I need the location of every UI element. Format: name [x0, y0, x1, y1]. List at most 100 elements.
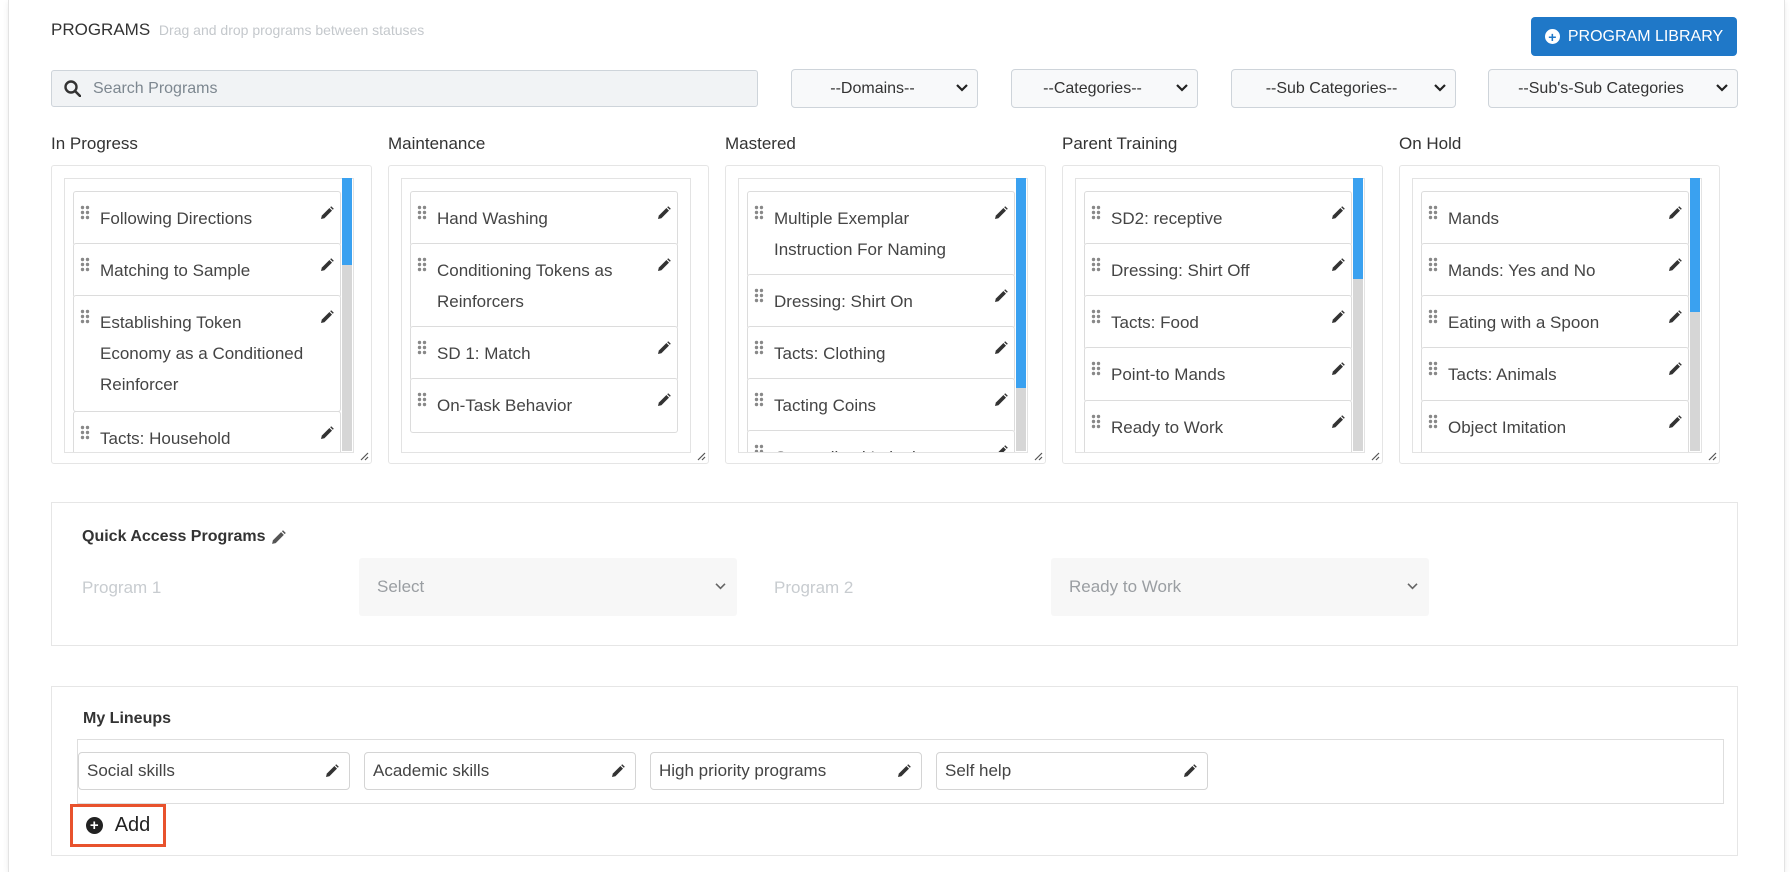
pencil-icon[interactable] — [611, 764, 625, 778]
lineup-item[interactable]: High priority programs — [650, 752, 922, 790]
scrollbar[interactable] — [342, 178, 352, 451]
pencil-icon[interactable] — [320, 206, 334, 220]
status-column[interactable]: Mands Mands: Yes and No Eating with a Spoo… — [1399, 165, 1720, 464]
pencil-icon[interactable] — [320, 426, 334, 440]
drag-handle-icon[interactable] — [1428, 257, 1438, 272]
status-column[interactable]: Multiple Exemplar Instruction For Naming… — [725, 165, 1046, 464]
pencil-icon[interactable] — [1668, 362, 1682, 376]
pencil-icon[interactable] — [657, 393, 671, 407]
program-card[interactable]: Object Imitation — [1421, 400, 1689, 452]
pencil-icon[interactable] — [320, 310, 334, 324]
program-card[interactable]: Tacts: Clothing — [747, 326, 1015, 381]
pencil-icon[interactable] — [1183, 764, 1197, 778]
pencil-icon[interactable] — [1668, 206, 1682, 220]
program-card[interactable]: Generalized Imitation — [747, 430, 1015, 453]
resize-handle-icon[interactable] — [1033, 451, 1043, 461]
program-card[interactable]: On-Task Behavior — [410, 378, 678, 433]
drag-handle-icon[interactable] — [1091, 205, 1101, 220]
pencil-icon[interactable] — [994, 206, 1008, 220]
pencil-icon[interactable] — [1668, 310, 1682, 324]
resize-handle-icon[interactable] — [696, 451, 706, 461]
status-column[interactable]: SD2: receptive Dressing: Shirt Off Tacts: … — [1062, 165, 1383, 464]
pencil-icon[interactable] — [657, 258, 671, 272]
column-list[interactable]: Mands Mands: Yes and No Eating with a Spoo… — [1412, 178, 1702, 453]
program-card[interactable]: Point-to Mands — [1084, 347, 1352, 402]
subs-sub-categories-select[interactable]: --Sub's-Sub Categories — [1488, 69, 1738, 108]
program-library-button[interactable]: + PROGRAM LIBRARY — [1531, 17, 1737, 56]
program-card[interactable]: Mands — [1421, 191, 1689, 246]
program-card[interactable]: Hand Washing — [410, 191, 678, 246]
drag-handle-icon[interactable] — [80, 205, 90, 220]
pencil-icon[interactable] — [994, 341, 1008, 355]
pencil-icon[interactable] — [325, 764, 339, 778]
drag-handle-icon[interactable] — [417, 392, 427, 407]
lineup-item[interactable]: Social skills — [78, 752, 350, 790]
program-card[interactable]: SD2: receptive — [1084, 191, 1352, 246]
pencil-icon[interactable] — [320, 258, 334, 272]
pencil-icon[interactable] — [1331, 362, 1345, 376]
drag-handle-icon[interactable] — [1091, 309, 1101, 324]
lineup-item[interactable]: Self help — [936, 752, 1208, 790]
drag-handle-icon[interactable] — [754, 340, 764, 355]
pencil-icon[interactable] — [897, 764, 911, 778]
program-card[interactable]: Conditioning Tokens as Reinforcers — [410, 243, 678, 329]
pencil-icon[interactable] — [271, 529, 286, 545]
drag-handle-icon[interactable] — [754, 288, 764, 303]
program-card[interactable]: Ready to Work — [1084, 400, 1352, 452]
scrollbar[interactable] — [1016, 178, 1026, 451]
scrollbar-thumb[interactable] — [342, 178, 352, 265]
pencil-icon[interactable] — [1331, 206, 1345, 220]
add-lineup-button[interactable]: + Add — [70, 804, 166, 847]
program-card[interactable]: Tacts: Food — [1084, 295, 1352, 350]
program-card[interactable]: Following Directions — [73, 191, 341, 246]
drag-handle-icon[interactable] — [1091, 361, 1101, 376]
drag-handle-icon[interactable] — [1091, 414, 1101, 429]
drag-handle-icon[interactable] — [1428, 309, 1438, 324]
program-card[interactable]: Eating with a Spoon — [1421, 295, 1689, 350]
program1-select[interactable]: Select — [359, 558, 737, 616]
program-card[interactable]: Tacts: Animals — [1421, 347, 1689, 402]
pencil-icon[interactable] — [1331, 415, 1345, 429]
status-column[interactable]: Hand Washing Conditioning Tokens as Reinf… — [388, 165, 709, 464]
program2-select[interactable]: Ready to Work — [1051, 558, 1429, 616]
program-card[interactable]: Dressing: Shirt On — [747, 274, 1015, 329]
drag-handle-icon[interactable] — [417, 340, 427, 355]
drag-handle-icon[interactable] — [80, 257, 90, 272]
scrollbar-thumb[interactable] — [1690, 178, 1700, 312]
drag-handle-icon[interactable] — [1428, 414, 1438, 429]
column-list[interactable]: Multiple Exemplar Instruction For Naming… — [738, 178, 1028, 453]
search-input[interactable] — [91, 78, 735, 99]
pencil-icon[interactable] — [994, 445, 1008, 453]
pencil-icon[interactable] — [1668, 258, 1682, 272]
program-card[interactable]: SD 1: Match — [410, 326, 678, 381]
drag-handle-icon[interactable] — [80, 309, 90, 324]
resize-handle-icon[interactable] — [1707, 451, 1717, 461]
pencil-icon[interactable] — [994, 393, 1008, 407]
program-card[interactable]: Mands: Yes and No — [1421, 243, 1689, 298]
pencil-icon[interactable] — [657, 206, 671, 220]
drag-handle-icon[interactable] — [754, 444, 764, 453]
status-column[interactable]: Following Directions Matching to Sample Es… — [51, 165, 372, 464]
program-card[interactable]: Establishing Token Economy as a Conditio… — [73, 295, 341, 412]
pencil-icon[interactable] — [1331, 310, 1345, 324]
sub-categories-select[interactable]: --Sub Categories-- — [1231, 69, 1456, 108]
program-card[interactable]: Tacting Coins — [747, 378, 1015, 433]
lineup-item[interactable]: Academic skills — [364, 752, 636, 790]
program-card[interactable]: Tacts: Household — [73, 411, 341, 452]
pencil-icon[interactable] — [657, 341, 671, 355]
drag-handle-icon[interactable] — [1091, 257, 1101, 272]
pencil-icon[interactable] — [1331, 258, 1345, 272]
drag-handle-icon[interactable] — [417, 205, 427, 220]
program-card[interactable]: Matching to Sample — [73, 243, 341, 298]
drag-handle-icon[interactable] — [417, 257, 427, 272]
scrollbar-thumb[interactable] — [1353, 178, 1363, 279]
drag-handle-icon[interactable] — [1428, 361, 1438, 376]
drag-handle-icon[interactable] — [754, 392, 764, 407]
program-card[interactable]: Dressing: Shirt Off — [1084, 243, 1352, 298]
scrollbar-thumb[interactable] — [1016, 178, 1026, 388]
column-list[interactable]: SD2: receptive Dressing: Shirt Off Tacts: … — [1075, 178, 1365, 453]
drag-handle-icon[interactable] — [754, 205, 764, 220]
pencil-icon[interactable] — [1668, 415, 1682, 429]
scrollbar[interactable] — [1353, 178, 1363, 451]
drag-handle-icon[interactable] — [1428, 205, 1438, 220]
